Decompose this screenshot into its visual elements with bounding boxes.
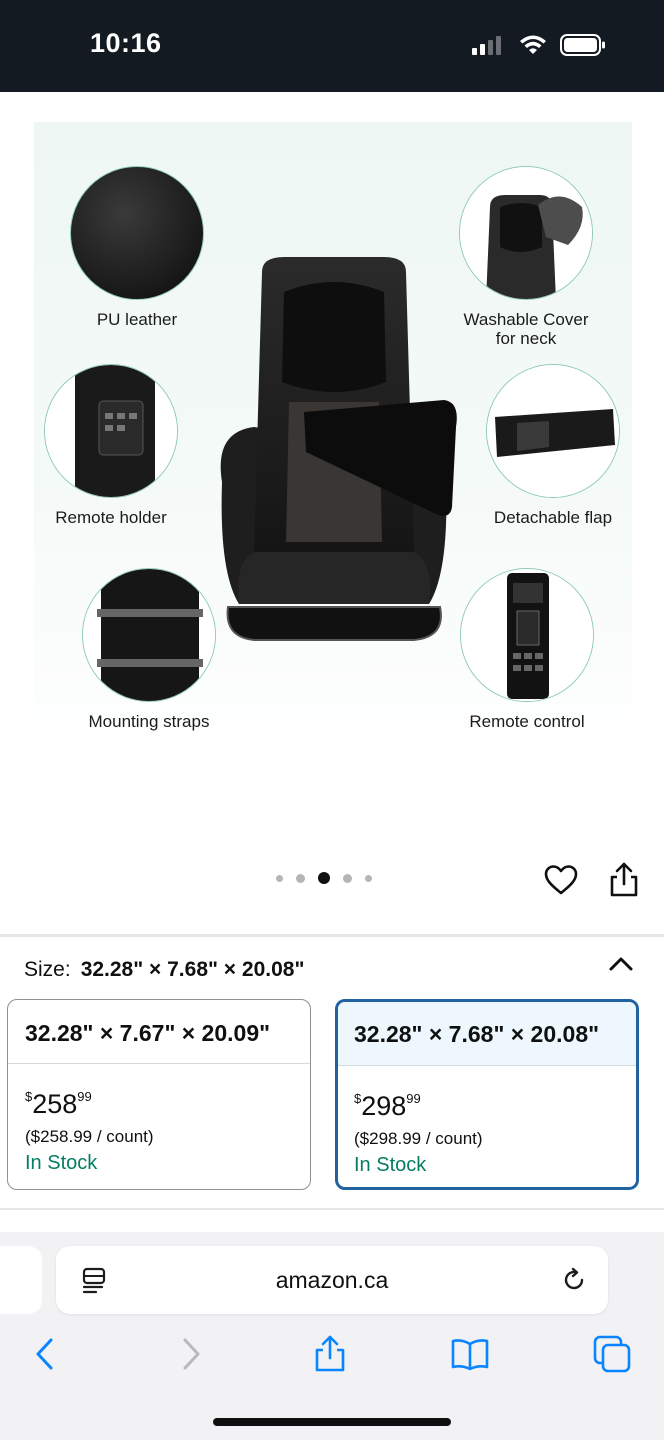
size-option-price: $29899: [354, 1084, 636, 1121]
carousel-dot[interactable]: [276, 874, 283, 882]
feature-caption: Remote control: [469, 712, 585, 731]
share-icon[interactable]: [606, 860, 642, 900]
mounting-straps-image: [82, 568, 216, 702]
size-option-dimensions: 32.28" × 7.67" × 20.09": [8, 1000, 310, 1064]
feature-remote-holder: Remote holder: [44, 364, 178, 527]
tabs-icon[interactable]: [592, 1334, 632, 1374]
forward-icon[interactable]: [170, 1334, 210, 1374]
remote-holder-image: [44, 364, 178, 498]
status-time: 10:16: [90, 28, 162, 58]
back-icon[interactable]: [26, 1334, 66, 1374]
feature-caption: Detachable flap: [493, 508, 613, 527]
feature-pu-leather: PU leather: [70, 166, 204, 329]
battery-icon: [560, 34, 605, 56]
carousel-dot[interactable]: [296, 873, 305, 883]
price-whole: 258: [32, 1089, 78, 1119]
status-bar: 10:16: [0, 0, 664, 92]
price-fraction: 99: [77, 1089, 92, 1104]
divider: [0, 934, 664, 937]
size-label: Size:: [24, 958, 71, 981]
feature-caption: PU leather: [96, 310, 178, 329]
address-bar[interactable]: amazon.ca: [56, 1246, 608, 1314]
size-option-stock: In Stock: [354, 1154, 427, 1176]
pu-leather-image: [70, 166, 204, 300]
url-text[interactable]: amazon.ca: [56, 1267, 608, 1294]
size-option-card[interactable]: 32.28" × 7.67" × 20.09" $25899 ($258.99 …: [7, 999, 311, 1190]
heart-icon[interactable]: [543, 862, 579, 898]
washable-cover-image: [459, 166, 593, 300]
wifi-icon: [520, 35, 546, 54]
previous-tab-preview[interactable]: [0, 1246, 42, 1314]
size-option-price: $25899: [25, 1082, 310, 1119]
product-image[interactable]: PU leather Washable Cover for neck Remot…: [34, 122, 632, 762]
feature-detachable-flap: Detachable flap: [482, 364, 624, 527]
feature-washable-cover: Washable Cover for neck: [444, 166, 608, 348]
carousel-dot[interactable]: [365, 874, 372, 882]
signal-icon: [472, 36, 501, 55]
divider: [0, 1208, 664, 1210]
feature-remote-control: Remote control: [452, 568, 602, 731]
feature-caption: Remote holder: [55, 508, 167, 527]
status-icons: [472, 34, 606, 56]
feature-mounting-straps: Mounting straps: [74, 568, 224, 731]
detachable-flap-image: [486, 364, 620, 498]
share-icon[interactable]: [310, 1334, 350, 1374]
reload-icon[interactable]: [560, 1266, 588, 1294]
price-whole: 298: [361, 1091, 407, 1121]
size-option-stock: In Stock: [25, 1152, 98, 1174]
feature-caption: Mounting straps: [88, 712, 210, 731]
size-option-card-selected[interactable]: 32.28" × 7.68" × 20.08" $29899 ($298.99 …: [335, 999, 639, 1190]
home-indicator[interactable]: [213, 1418, 451, 1426]
size-selected-value: 32.28" × 7.68" × 20.08": [80, 958, 305, 981]
size-selector-row[interactable]: Size: 32.28" × 7.68" × 20.08": [24, 958, 304, 982]
chevron-up-icon[interactable]: [606, 952, 636, 976]
carousel-dot-active[interactable]: [318, 872, 330, 884]
carousel-dots[interactable]: [276, 872, 372, 884]
size-option-unit-price: ($298.99 / count): [354, 1129, 483, 1148]
bookmarks-icon[interactable]: [450, 1334, 490, 1374]
size-option-unit-price: ($258.99 / count): [25, 1127, 154, 1146]
carousel-dot[interactable]: [343, 873, 352, 883]
size-option-dimensions: 32.28" × 7.68" × 20.08": [338, 1002, 636, 1066]
price-fraction: 99: [406, 1091, 421, 1106]
feature-caption: Washable Cover for neck: [463, 310, 589, 348]
remote-control-image: [460, 568, 594, 702]
